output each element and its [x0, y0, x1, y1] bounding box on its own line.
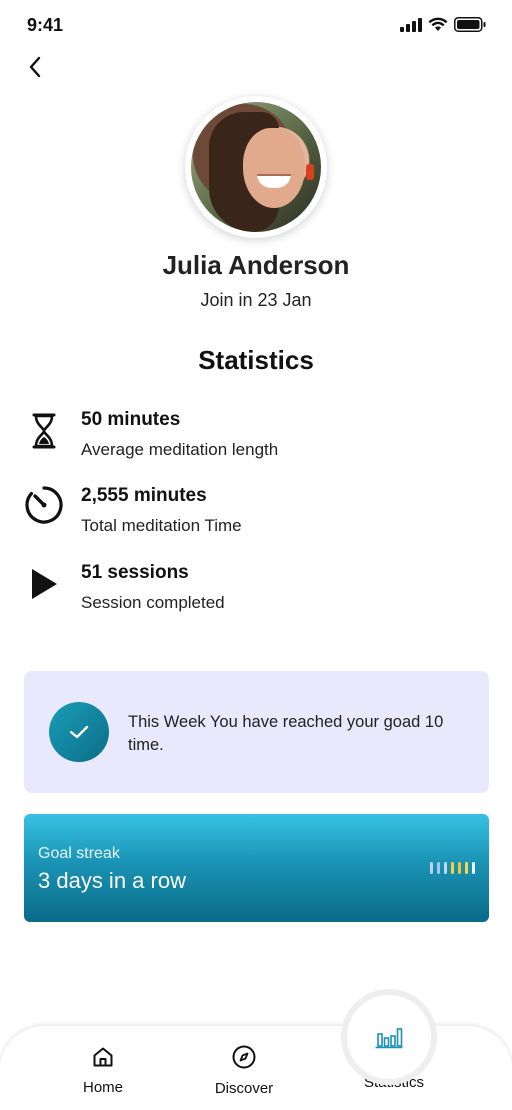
stat-label: Average meditation length — [81, 440, 279, 459]
status-bar: 9:41 — [0, 0, 512, 52]
tab-statistics-active-bubble[interactable] — [347, 995, 431, 1079]
hourglass-icon — [24, 411, 64, 451]
stat-label: Total meditation Time — [81, 516, 242, 535]
streak-bar — [430, 862, 433, 874]
streak-bar — [444, 862, 447, 874]
statistics-title: Statistics — [198, 345, 314, 375]
stat-sessions: 51 sessions Session completed — [24, 562, 464, 622]
tab-discover[interactable]: Discover — [184, 1044, 304, 1097]
avatar — [185, 96, 327, 238]
stat-value: 2,555 minutes — [81, 485, 207, 506]
wifi-icon — [428, 17, 448, 31]
stat-value: 51 sessions — [81, 562, 189, 583]
streak-label: Goal streak — [38, 845, 120, 862]
home-icon — [90, 1044, 116, 1070]
tab-label: Home — [82, 1079, 123, 1096]
tab-label: Discover — [214, 1080, 274, 1097]
streak-bar — [437, 862, 440, 874]
streak-bar — [458, 862, 461, 874]
streak-indicator — [430, 862, 475, 874]
stat-label: Session completed — [81, 593, 225, 612]
goal-text: This Week You have reached your goad 10 … — [128, 713, 444, 754]
goal-streak-card: Goal streak 3 days in a row — [24, 814, 489, 922]
chevron-left-icon — [29, 56, 41, 78]
stat-value: 50 minutes — [81, 409, 181, 430]
stat-average-length: 50 minutes Average meditation length — [24, 409, 464, 469]
streak-value: 3 days in a row — [38, 868, 186, 893]
streak-bar — [465, 862, 468, 874]
stat-total-time: 2,555 minutes Total meditation Time — [24, 485, 464, 545]
compass-icon — [231, 1044, 257, 1070]
goal-card: This Week You have reached your goad 10 … — [24, 671, 489, 793]
status-icons — [400, 17, 486, 32]
status-time: 9:41 — [27, 15, 64, 35]
battery-icon — [454, 17, 486, 32]
timer-icon — [24, 485, 64, 525]
signal-icon — [400, 17, 422, 32]
avatar-photo — [191, 102, 321, 232]
streak-bar — [472, 862, 475, 874]
profile-join-date: Join in 23 Jan — [200, 290, 312, 310]
back-button[interactable] — [20, 52, 50, 82]
play-icon — [24, 564, 64, 604]
tab-home[interactable]: Home — [43, 1044, 163, 1096]
streak-bar — [451, 862, 454, 874]
check-icon — [49, 702, 109, 762]
tab-bar: Home Discover Statistics — [0, 1026, 512, 1110]
profile-name: Julia Anderson — [162, 250, 350, 280]
bar-chart-icon — [375, 1028, 403, 1049]
